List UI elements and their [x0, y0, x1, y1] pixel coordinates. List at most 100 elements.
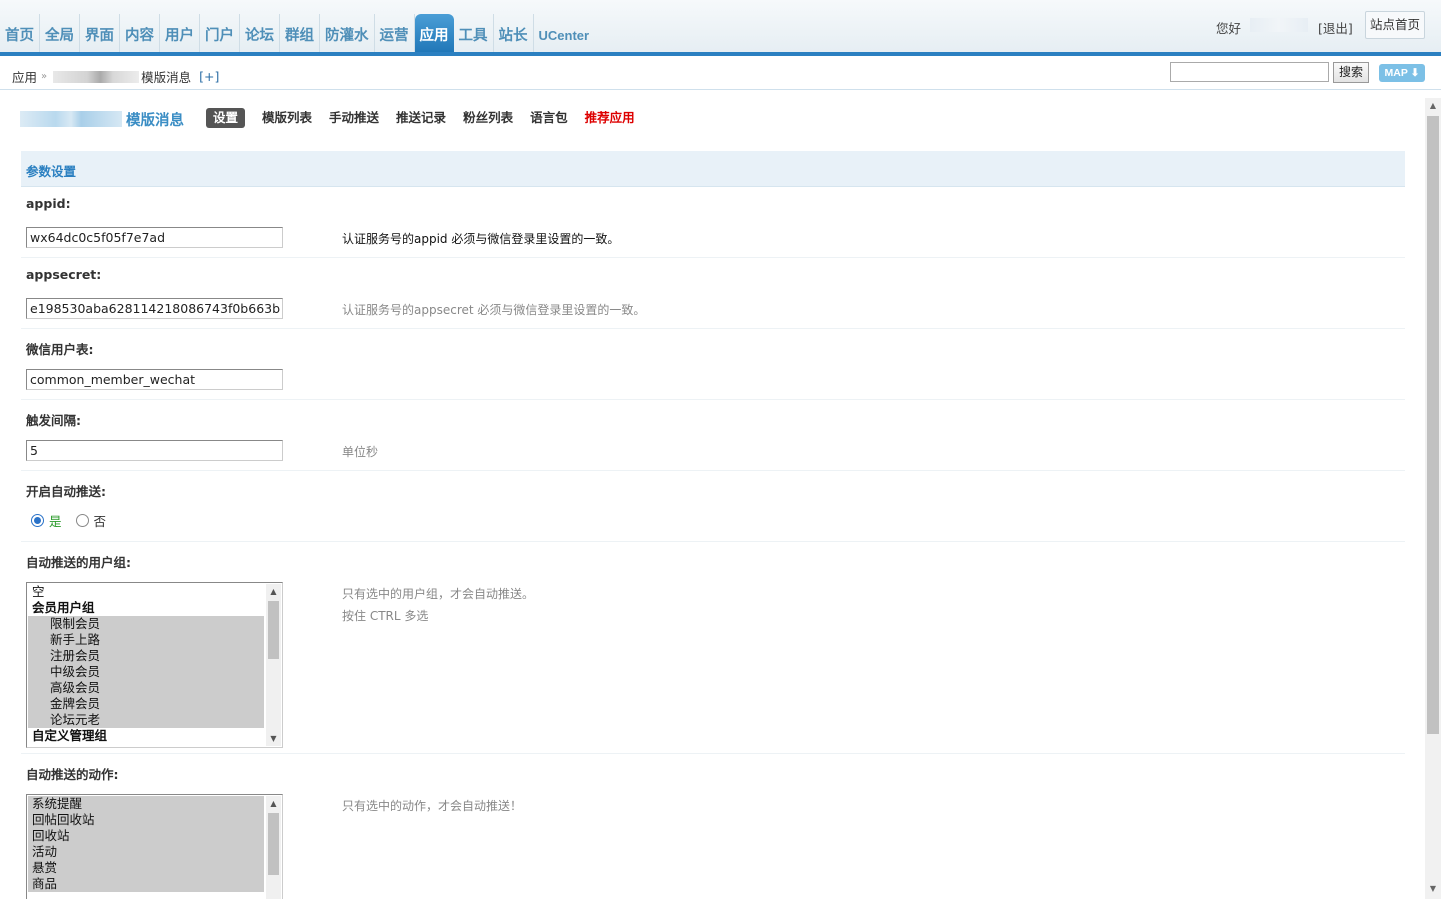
nav-item-10[interactable]: 应用: [414, 14, 454, 52]
user-table-input[interactable]: common_member_wechat: [26, 369, 283, 390]
user-groups-tip: 只有选中的用户组，才会自动推送。: [342, 587, 535, 601]
appid-tip: 认证服务号的appid 必须与微信登录里设置的一致。: [342, 232, 620, 246]
list-option[interactable]: 悬赏: [28, 860, 264, 876]
add-shortcut-link[interactable]: [+]: [199, 69, 219, 84]
nav-item-4[interactable]: 用户: [160, 14, 200, 52]
list-option[interactable]: 活动: [28, 844, 264, 860]
plugin-tab-0[interactable]: 设置: [206, 108, 246, 128]
search-input[interactable]: [1170, 62, 1329, 82]
auto-push-yes-radio[interactable]: [31, 514, 44, 527]
list-option[interactable]: 高级会员: [28, 680, 264, 696]
appsecret-input[interactable]: e198530aba628114218086743f0b663b: [26, 298, 283, 319]
user-groups-select[interactable]: 空会员用户组 限制会员 新手上路 注册会员 中级会员 高级会员 金牌会员 论坛元老 自定义管理组…: [26, 582, 283, 748]
auto-push-label: 开启自动推送:: [26, 484, 106, 499]
plugin-name: 模版消息: [126, 112, 184, 129]
scroll-up-icon[interactable]: ▲: [266, 584, 281, 599]
list-option[interactable]: 空: [28, 584, 264, 600]
interval-label: 触发间隔:: [26, 413, 81, 428]
divider: [21, 541, 1405, 542]
arrow-down-icon: ⬇: [1410, 67, 1420, 79]
nav-item-11[interactable]: 工具: [454, 14, 494, 52]
list-option[interactable]: 回帖回收站: [28, 812, 264, 828]
scroll-down-icon[interactable]: ▼: [266, 731, 281, 746]
auto-push-radio-group: 是 否: [31, 511, 106, 530]
interval-input[interactable]: 5: [26, 440, 283, 461]
page-scroll-thumb[interactable]: [1427, 116, 1439, 734]
divider: [21, 399, 1405, 400]
interval-tip: 单位秒: [342, 445, 379, 459]
divider: [21, 328, 1405, 329]
plugin-tab-5[interactable]: 语言包: [530, 108, 568, 128]
nav-item-9[interactable]: 运营: [375, 14, 415, 52]
list-option[interactable]: 回收站: [28, 828, 264, 844]
actions-label: 自动推送的动作:: [26, 767, 119, 782]
plugin-tab-6[interactable]: 推荐应用: [585, 108, 635, 128]
user-groups-label: 自动推送的用户组:: [26, 555, 131, 570]
divider: [21, 470, 1405, 471]
user-groups-scrollbar[interactable]: ▲ ▼: [266, 584, 281, 746]
breadcrumb: 应用 » 模版消息 [+]: [12, 67, 219, 86]
breadcrumb-root[interactable]: 应用: [12, 67, 37, 86]
auto-push-no-label[interactable]: 否: [94, 511, 107, 530]
nav-item-5[interactable]: 门户: [200, 14, 240, 52]
list-option[interactable]: 金牌会员: [28, 696, 264, 712]
list-option[interactable]: 中级会员: [28, 664, 264, 680]
divider: [21, 753, 1405, 754]
nav-item-7[interactable]: 群组: [280, 14, 320, 52]
plugin-tab-1[interactable]: 模版列表: [262, 108, 312, 128]
actions-scrollbar[interactable]: ▲: [266, 796, 281, 899]
actions-tip: 只有选中的动作，才会自动推送！: [342, 799, 523, 813]
breadcrumb-redacted: [53, 70, 140, 83]
plugin-tab-3[interactable]: 推送记录: [396, 108, 446, 128]
actions-select[interactable]: 系统提醒 回帖回收站 回收站 活动 悬赏 商品 ▲: [26, 794, 283, 899]
nav-item-3[interactable]: 内容: [120, 14, 160, 52]
appsecret-tip: 认证服务号的appsecret 必须与微信登录里设置的一致。: [342, 303, 646, 317]
nav-item-6[interactable]: 论坛: [240, 14, 280, 52]
list-option[interactable]: 注册会员: [28, 648, 264, 664]
list-option[interactable]: 会员用户组: [28, 600, 264, 616]
username-redacted: [1250, 18, 1308, 32]
user-table-label: 微信用户表:: [26, 342, 94, 357]
auto-push-no-radio[interactable]: [75, 514, 89, 527]
plugin-title-redacted: [20, 111, 122, 127]
plugin-tab-2[interactable]: 手动推送: [329, 108, 379, 128]
main-nav: 首页 全局 界面 内容 用户 门户 论坛 群组 防灌水 运营 应用 工具 站长 UCenter: [0, 14, 594, 52]
user-groups-options: 空会员用户组 限制会员 新手上路 注册会员 中级会员 高级会员 金牌会员 论坛元老 自定义管理组: [28, 584, 264, 744]
nav-item-13[interactable]: UCenter: [534, 14, 595, 52]
nav-item-1[interactable]: 全局: [40, 14, 80, 52]
list-option[interactable]: 论坛元老: [28, 712, 264, 728]
plugin-tabs: 设置 模版列表 手动推送 推送记录 粉丝列表 语言包 推荐应用: [206, 108, 652, 128]
auto-push-yes-label[interactable]: 是: [49, 511, 62, 530]
map-button-label: MAP: [1384, 67, 1408, 79]
logout-link[interactable]: [退出]: [1318, 18, 1353, 37]
map-button[interactable]: MAP ⬇: [1379, 64, 1425, 82]
section-header: 参数设置: [21, 151, 1405, 187]
nav-item-12[interactable]: 站长: [494, 14, 534, 52]
section-title: 参数设置: [26, 164, 77, 179]
top-nav-bar: 首页 全局 界面 内容 用户 门户 论坛 群组 防灌水 运营 应用 工具 站长 UCenter 您好 [退…: [0, 0, 1441, 52]
appid-input[interactable]: wx64dc0c5f05f7e7ad: [26, 227, 283, 248]
list-option[interactable]: 商品: [28, 876, 264, 892]
search-button[interactable]: 搜索: [1333, 62, 1369, 83]
nav-item-2[interactable]: 界面: [80, 14, 120, 52]
nav-item-0[interactable]: 首页: [0, 14, 40, 52]
user-groups-tip-ctrl: 按住 CTRL 多选: [342, 609, 429, 623]
scroll-thumb[interactable]: [268, 813, 279, 875]
list-option[interactable]: 自定义管理组: [28, 728, 264, 744]
breadcrumb-separator-icon: »: [41, 71, 48, 82]
appsecret-label: appsecret:: [26, 267, 102, 282]
scroll-up-icon[interactable]: ▲: [1425, 98, 1441, 114]
page-scrollbar[interactable]: ▲ ▼: [1425, 98, 1441, 899]
plugin-tab-4[interactable]: 粉丝列表: [463, 108, 513, 128]
appid-label: appid:: [26, 196, 71, 211]
list-option[interactable]: 限制会员: [28, 616, 264, 632]
nav-item-8[interactable]: 防灌水: [320, 14, 375, 52]
divider: [21, 257, 1405, 258]
site-home-button[interactable]: 站点首页: [1365, 11, 1425, 39]
scroll-up-icon[interactable]: ▲: [266, 796, 281, 811]
main-content: 模版消息 设置 模版列表 手动推送 推送记录 粉丝列表 语言包 推荐应用 参数设置 appi…: [0, 91, 1424, 899]
scroll-down-icon[interactable]: ▼: [1425, 881, 1441, 897]
scroll-thumb[interactable]: [268, 601, 279, 659]
list-option[interactable]: 系统提醒: [28, 796, 264, 812]
list-option[interactable]: 新手上路: [28, 632, 264, 648]
